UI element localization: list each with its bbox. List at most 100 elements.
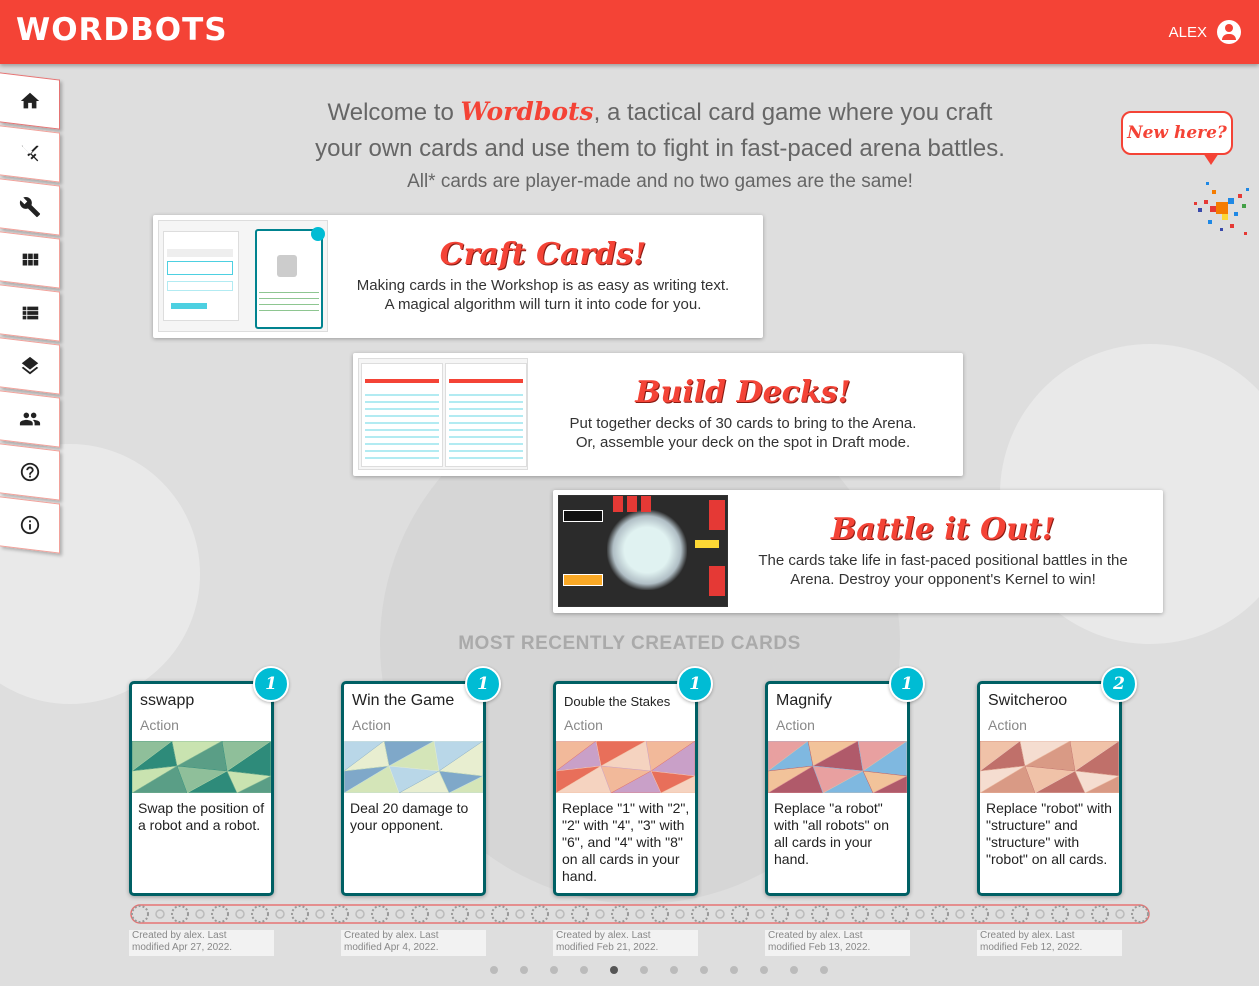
card-name: Double the Stakes [564, 694, 671, 709]
carousel-dot[interactable] [700, 966, 708, 974]
card-cost-badge: 1 [465, 666, 501, 702]
card-type: Action [140, 717, 179, 733]
track-small-gear [355, 909, 365, 919]
carousel-dot[interactable] [640, 966, 648, 974]
pixel-robot-icon[interactable] [1186, 176, 1256, 246]
carousel-dot[interactable] [730, 966, 738, 974]
feature-craft-cards[interactable]: Craft Cards! Making cards in the Worksho… [153, 215, 763, 338]
card-cost-badge: 2 [1101, 666, 1137, 702]
feature-title: Build Decks! [635, 375, 851, 410]
conveyor-track [130, 904, 1150, 924]
feature-desc-line1: The cards take life in fast-paced positi… [758, 552, 1128, 569]
new-here-bubble[interactable]: New here? [1121, 111, 1233, 165]
wordbots-logo[interactable]: WORDBOTS [16, 12, 228, 48]
card-type: Action [988, 717, 1027, 733]
sidebar-item-help[interactable] [0, 443, 60, 501]
track-small-gear [595, 909, 605, 919]
swords-icon [21, 145, 38, 162]
track-small-gear [875, 909, 885, 919]
sidebar-item-play[interactable] [0, 125, 60, 183]
track-gear [611, 905, 629, 923]
intro-line2: your own cards and use them to fight in … [315, 135, 1005, 162]
card-art [980, 741, 1119, 793]
meta-line: Created by alex. Last [980, 930, 1075, 941]
card-type: Action [564, 717, 603, 733]
track-small-gear [275, 909, 285, 919]
carousel-dot[interactable] [550, 966, 558, 974]
track-gear [1131, 905, 1149, 923]
sidebar-item-collection[interactable] [0, 231, 60, 289]
wrench-icon [19, 196, 40, 218]
card-name: Win the Game [352, 692, 455, 709]
card-type: Action [776, 717, 815, 733]
track-gear [891, 905, 909, 923]
card-art [768, 741, 907, 793]
track-small-gear [435, 909, 445, 919]
track-small-gear [155, 909, 165, 919]
feature-build-decks[interactable]: Build Decks! Put together decks of 30 ca… [353, 353, 963, 476]
sidebar-item-sets[interactable] [0, 337, 60, 395]
carousel-dot[interactable] [670, 966, 678, 974]
sidebar-item-community[interactable] [0, 390, 60, 448]
carousel-dot[interactable] [580, 966, 588, 974]
user-menu[interactable]: ALEX [1169, 20, 1241, 44]
track-small-gear [1115, 909, 1125, 919]
carousel-dot[interactable] [520, 966, 528, 974]
card-text: Replace "1" with "2", "2" with "4", "3" … [562, 800, 690, 884]
track-small-gear [755, 909, 765, 919]
track-gear [411, 905, 429, 923]
carousel-dot[interactable] [610, 966, 618, 974]
card-win-the-game[interactable]: Win the Game Action Deal 20 damage to yo… [341, 666, 501, 896]
card-text: Deal 20 damage to your opponent. [350, 800, 469, 833]
track-gear [971, 905, 989, 923]
sidebar-item-workshop[interactable] [0, 178, 60, 236]
track-gear [371, 905, 389, 923]
decks-screenshot [358, 358, 528, 470]
track-gear [931, 905, 949, 923]
track-gear [851, 905, 869, 923]
carousel-dot[interactable] [490, 966, 498, 974]
card-double-the-stakes[interactable]: Double the Stakes Action Replace "1" wit… [553, 666, 713, 896]
account-icon[interactable] [1217, 20, 1241, 44]
track-gear [691, 905, 709, 923]
meta-line: modified Apr 4, 2022. [344, 942, 439, 953]
feature-battle[interactable]: Battle it Out! The cards take life in fa… [553, 490, 1163, 613]
track-gear [251, 905, 269, 923]
card-name: sswapp [140, 692, 195, 709]
feature-desc-line2: Or, assemble your deck on the spot in Dr… [575, 434, 911, 451]
track-small-gear [835, 909, 845, 919]
track-small-gear [715, 909, 725, 919]
sidebar-item-decks[interactable] [0, 284, 60, 342]
card-text: Replace "robot" with "structure" and "st… [986, 800, 1112, 867]
username[interactable]: ALEX [1169, 24, 1207, 41]
sidebar-item-home[interactable] [0, 72, 60, 130]
track-gear [131, 905, 149, 923]
carousel-dot[interactable] [820, 966, 828, 974]
card-type: Action [352, 717, 391, 733]
track-small-gear [675, 909, 685, 919]
card-text: Replace "a robot" with "all robots" on a… [774, 800, 889, 867]
track-small-gear [515, 909, 525, 919]
sidebar-item-about[interactable] [0, 496, 60, 554]
card-magnify[interactable]: Magnify Action Replace "a robot" with "a… [765, 666, 925, 896]
track-small-gear [195, 909, 205, 919]
card-sswapp[interactable]: sswapp Action Swap the position of a rob… [129, 666, 289, 896]
track-gear [1051, 905, 1069, 923]
track-small-gear [395, 909, 405, 919]
track-gear [211, 905, 229, 923]
carousel-dot[interactable] [760, 966, 768, 974]
card-meta: Created by alex. Last modified Feb 12, 2… [977, 930, 1122, 956]
card-text: Swap the position of a robot and a robot… [138, 800, 265, 833]
workshop-screenshot [158, 220, 328, 332]
new-here-label: New here? [1127, 123, 1227, 143]
intro-welcome: Welcome to [327, 99, 454, 126]
people-icon [19, 412, 40, 426]
track-gear [571, 905, 589, 923]
carousel-dots [490, 966, 828, 974]
card-meta: Created by alex. Last modified Apr 4, 20… [341, 930, 486, 956]
carousel-dot[interactable] [790, 966, 798, 974]
meta-line: Created by alex. Last [556, 930, 651, 941]
card-cost-badge: 1 [677, 666, 713, 702]
card-meta: Created by alex. Last modified Feb 13, 2… [765, 930, 910, 956]
card-switcheroo[interactable]: Switcheroo Action Replace "robot" with "… [977, 666, 1137, 896]
